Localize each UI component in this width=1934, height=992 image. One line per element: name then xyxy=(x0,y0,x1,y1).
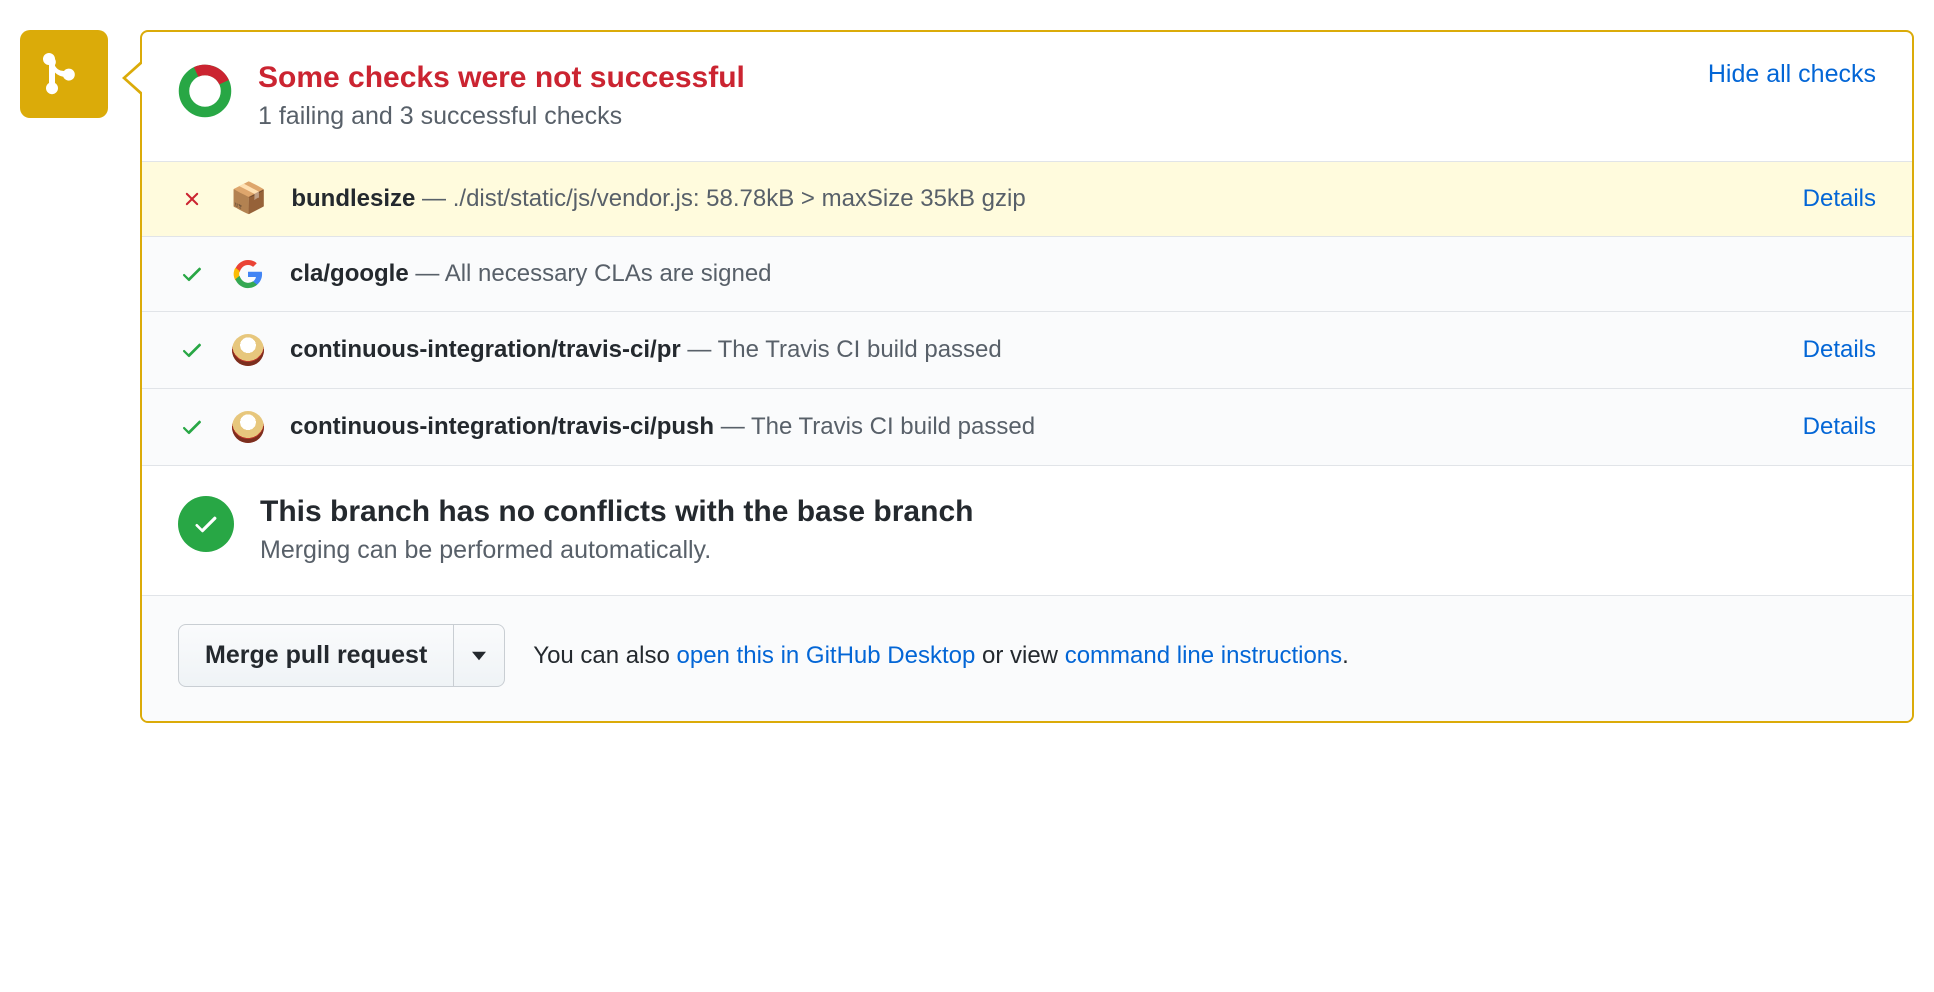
check-icon xyxy=(178,338,206,362)
merge-button-group: Merge pull request xyxy=(178,624,505,687)
check-detail-text: ./dist/static/js/vendor.js: 58.78kB > ma… xyxy=(453,185,1026,212)
check-name: cla/google xyxy=(290,260,409,287)
check-row: cla/google — All necessary CLAs are sign… xyxy=(142,237,1912,312)
merge-footer-text: You can also open this in GitHub Desktop… xyxy=(533,642,1349,670)
package-icon: 📦 xyxy=(230,184,267,214)
travis-icon xyxy=(230,411,266,443)
check-description: cla/google — All necessary CLAs are sign… xyxy=(290,260,1876,288)
check-description: continuous-integration/travis-ci/push — … xyxy=(290,413,1779,441)
merge-footer: Merge pull request You can also open thi… xyxy=(142,596,1912,721)
footer-text-after: . xyxy=(1342,642,1349,669)
toggle-checks-link[interactable]: Hide all checks xyxy=(1708,60,1876,89)
footer-text-before: You can also xyxy=(533,642,676,669)
caret-down-icon xyxy=(472,651,486,661)
command-line-instructions-link[interactable]: command line instructions xyxy=(1065,642,1342,669)
check-detail-text: All necessary CLAs are signed xyxy=(445,260,772,287)
google-icon xyxy=(230,259,266,289)
merge-conflict-header: This branch has no conflicts with the ba… xyxy=(142,466,1912,596)
footer-text-middle: or view xyxy=(975,642,1064,669)
travis-icon xyxy=(230,334,266,366)
x-icon xyxy=(178,188,206,210)
checks-header: Some checks were not successful 1 failin… xyxy=(142,32,1912,162)
merge-status-panel: Some checks were not successful 1 failin… xyxy=(140,30,1914,723)
check-name: continuous-integration/travis-ci/pr xyxy=(290,336,681,363)
check-detail-text: The Travis CI build passed xyxy=(751,413,1035,440)
check-icon xyxy=(178,262,206,286)
success-badge-icon xyxy=(178,496,234,552)
check-details-link[interactable]: Details xyxy=(1803,336,1876,364)
status-donut-icon xyxy=(178,64,232,123)
merge-pull-request-button[interactable]: Merge pull request xyxy=(178,624,454,687)
checks-subtitle: 1 failing and 3 successful checks xyxy=(258,102,1682,131)
check-row: continuous-integration/travis-ci/pr — Th… xyxy=(142,312,1912,389)
check-details-link[interactable]: Details xyxy=(1803,413,1876,441)
panel-notch-inner xyxy=(126,62,144,94)
open-github-desktop-link[interactable]: open this in GitHub Desktop xyxy=(677,642,976,669)
check-details-link[interactable]: Details xyxy=(1803,185,1876,213)
checks-title: Some checks were not successful xyxy=(258,60,1682,96)
check-name: continuous-integration/travis-ci/push xyxy=(290,413,714,440)
check-row: continuous-integration/travis-ci/push — … xyxy=(142,389,1912,466)
check-icon xyxy=(178,415,206,439)
merge-subtitle: Merging can be performed automatically. xyxy=(260,536,1876,565)
check-row: 📦 bundlesize — ./dist/static/js/vendor.js… xyxy=(142,162,1912,237)
merge-title: This branch has no conflicts with the ba… xyxy=(260,494,1876,530)
git-merge-icon xyxy=(40,50,88,98)
check-description: continuous-integration/travis-ci/pr — Th… xyxy=(290,336,1779,364)
check-description: bundlesize — ./dist/static/js/vendor.js:… xyxy=(291,185,1778,213)
timeline-merge-badge xyxy=(20,30,108,118)
check-name: bundlesize xyxy=(291,185,415,212)
merge-options-dropdown[interactable] xyxy=(454,624,505,687)
check-detail-text: The Travis CI build passed xyxy=(718,336,1002,363)
